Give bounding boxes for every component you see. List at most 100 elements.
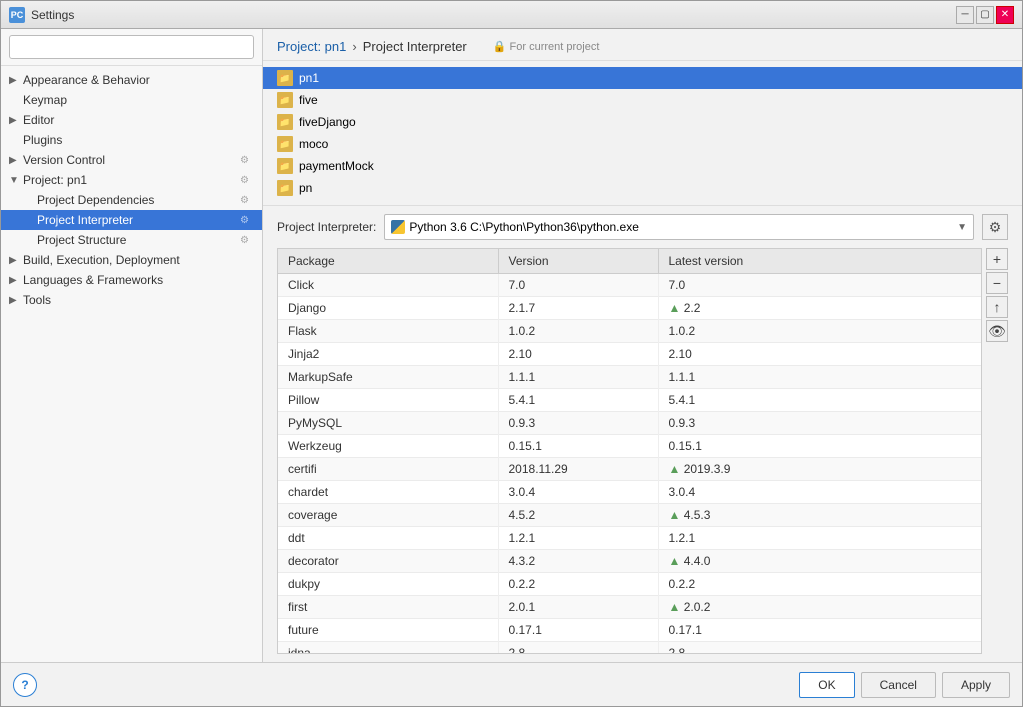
package-latest-version: 0.15.1 — [658, 435, 981, 458]
table-row[interactable]: future0.17.10.17.1 — [278, 619, 981, 642]
folder-icon: 📁 — [277, 114, 293, 130]
package-name: Flask — [278, 320, 498, 343]
table-row[interactable]: dukpy0.2.20.2.2 — [278, 573, 981, 596]
package-name: ddt — [278, 527, 498, 550]
package-name: dukpy — [278, 573, 498, 596]
package-version: 0.2.2 — [498, 573, 658, 596]
interpreter-label: Project Interpreter: — [277, 220, 376, 234]
package-latest-version: 0.9.3 — [658, 412, 981, 435]
package-name: Click — [278, 274, 498, 297]
package-latest-version: ▲ 4.4.0 — [658, 550, 981, 573]
upgrade-package-button[interactable]: ↑ — [986, 296, 1008, 318]
ok-button[interactable]: OK — [799, 672, 854, 698]
sidebar-item-project-pn1[interactable]: ▼ Project: pn1 ⚙ — [1, 170, 262, 190]
package-version: 3.0.4 — [498, 481, 658, 504]
folder-icon: 📁 — [277, 180, 293, 196]
sidebar-item-appearance[interactable]: ▶ Appearance & Behavior — [1, 70, 262, 90]
restore-button[interactable]: ▢ — [976, 6, 994, 24]
table-row[interactable]: coverage4.5.2▲ 4.5.3 — [278, 504, 981, 527]
package-version: 1.0.2 — [498, 320, 658, 343]
folder-icon: 📁 — [277, 92, 293, 108]
project-item-pn1[interactable]: 📁 pn1 — [263, 67, 1022, 89]
apply-button[interactable]: Apply — [942, 672, 1010, 698]
title-bar: PC Settings ─ ▢ ✕ — [1, 1, 1022, 29]
interpreter-settings-button[interactable]: ⚙ — [982, 214, 1008, 240]
sidebar-item-project-dependencies[interactable]: Project Dependencies ⚙ — [1, 190, 262, 210]
project-item-moco[interactable]: 📁 moco — [263, 133, 1022, 155]
package-name: first — [278, 596, 498, 619]
project-item-five[interactable]: 📁 five — [263, 89, 1022, 111]
table-row[interactable]: MarkupSafe1.1.11.1.1 — [278, 366, 981, 389]
breadcrumb-project[interactable]: Project: pn1 — [277, 39, 346, 54]
folder-icon: 📁 — [277, 158, 293, 174]
table-row[interactable]: Pillow5.4.15.4.1 — [278, 389, 981, 412]
package-name: MarkupSafe — [278, 366, 498, 389]
table-row[interactable]: Flask1.0.21.0.2 — [278, 320, 981, 343]
table-row[interactable]: Werkzeug0.15.10.15.1 — [278, 435, 981, 458]
bottom-bar: ? OK Cancel Apply — [1, 662, 1022, 706]
table-row[interactable]: PyMySQL0.9.30.9.3 — [278, 412, 981, 435]
eye-button[interactable]: 👁 — [986, 320, 1008, 342]
package-latest-version: 1.1.1 — [658, 366, 981, 389]
sidebar-item-project-structure[interactable]: Project Structure ⚙ — [1, 230, 262, 250]
search-box: 🔍 — [1, 29, 262, 66]
package-name: Jinja2 — [278, 343, 498, 366]
interpreter-select-inner: Python 3.6 C:\Python\Python36\python.exe — [391, 220, 951, 234]
nav-tree: ▶ Appearance & Behavior Keymap ▶ Editor … — [1, 66, 262, 662]
add-package-button[interactable]: + — [986, 248, 1008, 270]
table-row[interactable]: idna2.82.8 — [278, 642, 981, 654]
package-name: coverage — [278, 504, 498, 527]
package-version: 0.9.3 — [498, 412, 658, 435]
package-latest-version: 0.17.1 — [658, 619, 981, 642]
expand-arrow: ▶ — [9, 275, 23, 286]
window-controls: ─ ▢ ✕ — [956, 6, 1014, 24]
project-item-fivedjango[interactable]: 📁 fiveDjango — [263, 111, 1022, 133]
help-button[interactable]: ? — [13, 673, 37, 697]
for-current-project-label: 🔒 For current project — [493, 40, 600, 53]
package-version: 0.15.1 — [498, 435, 658, 458]
sidebar-item-build-execution[interactable]: ▶ Build, Execution, Deployment — [1, 250, 262, 270]
table-row[interactable]: Django2.1.7▲ 2.2 — [278, 297, 981, 320]
sidebar-item-tools[interactable]: ▶ Tools — [1, 290, 262, 310]
package-version: 2.8 — [498, 642, 658, 654]
package-latest-version: 2.10 — [658, 343, 981, 366]
package-version: 1.2.1 — [498, 527, 658, 550]
table-row[interactable]: chardet3.0.43.0.4 — [278, 481, 981, 504]
package-latest-version: 1.0.2 — [658, 320, 981, 343]
package-name: decorator — [278, 550, 498, 573]
search-input[interactable] — [9, 35, 254, 59]
col-latest: Latest version — [658, 249, 981, 274]
package-latest-version: ▲ 4.5.3 — [658, 504, 981, 527]
project-item-paymentmock[interactable]: 📁 paymentMock — [263, 155, 1022, 177]
package-table: Package Version Latest version Click7.07… — [278, 249, 981, 653]
table-row[interactable]: certifi2018.11.29▲ 2019.3.9 — [278, 458, 981, 481]
table-row[interactable]: ddt1.2.11.2.1 — [278, 527, 981, 550]
sidebar-item-project-interpreter[interactable]: Project Interpreter ⚙ — [1, 210, 262, 230]
package-latest-version: 0.2.2 — [658, 573, 981, 596]
table-action-buttons: + − ↑ 👁 — [982, 248, 1008, 654]
interpreter-value: Python 3.6 C:\Python\Python36\python.exe — [409, 220, 951, 234]
settings-icon: ⚙ — [240, 215, 254, 226]
col-version: Version — [498, 249, 658, 274]
table-row[interactable]: first2.0.1▲ 2.0.2 — [278, 596, 981, 619]
cancel-button[interactable]: Cancel — [861, 672, 936, 698]
interpreter-select[interactable]: Python 3.6 C:\Python\Python36\python.exe… — [384, 214, 974, 240]
remove-package-button[interactable]: − — [986, 272, 1008, 294]
minimize-button[interactable]: ─ — [956, 6, 974, 24]
settings-icon: ⚙ — [240, 175, 254, 186]
sidebar-item-keymap[interactable]: Keymap — [1, 90, 262, 110]
package-version: 4.5.2 — [498, 504, 658, 527]
project-item-pn[interactable]: 📁 pn — [263, 177, 1022, 199]
package-version: 2.10 — [498, 343, 658, 366]
table-row[interactable]: decorator4.3.2▲ 4.4.0 — [278, 550, 981, 573]
folder-icon: 📁 — [277, 136, 293, 152]
sidebar-item-plugins[interactable]: Plugins — [1, 130, 262, 150]
sidebar-item-editor[interactable]: ▶ Editor — [1, 110, 262, 130]
table-row[interactable]: Jinja22.102.10 — [278, 343, 981, 366]
table-row[interactable]: Click7.07.0 — [278, 274, 981, 297]
package-version: 4.3.2 — [498, 550, 658, 573]
sidebar-item-languages[interactable]: ▶ Languages & Frameworks — [1, 270, 262, 290]
package-name: chardet — [278, 481, 498, 504]
sidebar-item-version-control[interactable]: ▶ Version Control ⚙ — [1, 150, 262, 170]
close-button[interactable]: ✕ — [996, 6, 1014, 24]
